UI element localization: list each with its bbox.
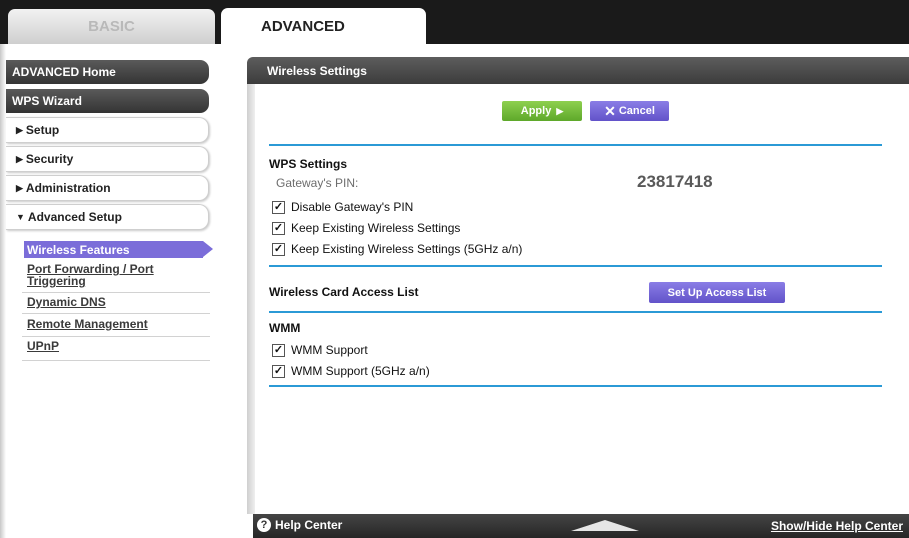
triangle-down-icon: ▼ xyxy=(16,212,25,222)
set-up-access-list-label: Set Up Access List xyxy=(667,286,767,299)
wmm-support-5ghz-checkbox[interactable]: ✓ WMM Support (5GHz a/n) xyxy=(272,364,430,378)
subnav-port-forwarding-line2: Triggering xyxy=(27,274,86,288)
play-arrow-icon: ▶ xyxy=(556,105,564,116)
wmm-support-label: WMM Support xyxy=(291,343,368,357)
subnav-divider xyxy=(22,360,210,361)
checkbox-checked-icon: ✓ xyxy=(272,221,285,235)
nav-wps-wizard-label: WPS Wizard xyxy=(12,94,82,108)
help-center-label: Help Center xyxy=(275,518,343,532)
subnav-remote-management[interactable]: Remote Management xyxy=(27,318,210,330)
keep-existing-settings-checkbox[interactable]: ✓ Keep Existing Wireless Settings xyxy=(272,221,460,235)
wireless-card-access-list-title: Wireless Card Access List xyxy=(269,285,419,299)
keep-existing-settings-label: Keep Existing Wireless Settings xyxy=(291,221,461,235)
triangle-right-icon: ▶ xyxy=(16,153,23,164)
gateway-pin-value: 23817418 xyxy=(637,172,713,191)
checkbox-checked-icon: ✓ xyxy=(272,364,285,378)
subnav-wireless-features[interactable]: Wireless Features xyxy=(24,241,203,258)
nav-administration-label: Administration xyxy=(25,181,111,195)
help-question-icon: ? xyxy=(257,518,271,532)
help-center-link[interactable]: ? Help Center xyxy=(257,518,342,532)
wmm-title: WMM xyxy=(269,321,301,335)
wmm-support-checkbox[interactable]: ✓ WMM Support xyxy=(272,343,368,357)
nav-wps-wizard[interactable]: WPS Wizard xyxy=(6,89,209,113)
gateway-pin-label: Gateway's PIN: xyxy=(276,176,359,190)
keep-existing-settings-5ghz-checkbox[interactable]: ✓ Keep Existing Wireless Settings (5GHz … xyxy=(272,242,522,256)
page-title: Wireless Settings xyxy=(267,63,367,78)
section-divider xyxy=(269,144,882,146)
nav-security[interactable]: ▶ Security xyxy=(6,146,209,172)
cancel-button-label: Cancel xyxy=(618,105,655,117)
checkbox-checked-icon: ✓ xyxy=(272,343,285,357)
checkbox-checked-icon: ✓ xyxy=(272,200,285,214)
nav-setup[interactable]: ▶ Setup xyxy=(6,117,209,143)
apply-button[interactable]: Apply ▶ xyxy=(502,101,582,121)
triangle-right-icon: ▶ xyxy=(16,124,23,135)
cancel-button[interactable]: ✕ Cancel xyxy=(590,101,669,121)
subnav-dynamic-dns[interactable]: Dynamic DNS xyxy=(27,296,210,308)
active-pointer-arrow xyxy=(203,241,213,257)
nav-advanced-home[interactable]: ADVANCED Home xyxy=(6,60,209,84)
help-bar: ? Help Center Show/Hide Help Center xyxy=(253,514,909,538)
wps-settings-title: WPS Settings xyxy=(269,157,348,171)
panel-left-border xyxy=(247,84,255,514)
checkbox-checked-icon: ✓ xyxy=(272,242,285,256)
disable-gateway-pin-checkbox[interactable]: ✓ Disable Gateway's PIN xyxy=(272,200,413,214)
close-icon: ✕ xyxy=(604,102,616,119)
panel-header: Wireless Settings xyxy=(247,57,909,84)
expand-up-arrow-icon[interactable] xyxy=(571,520,639,531)
subnav-divider xyxy=(22,313,210,314)
subnav-upnp[interactable]: UPnP xyxy=(27,340,210,352)
show-hide-help-center-link[interactable]: Show/Hide Help Center xyxy=(771,519,903,533)
nav-advanced-home-label: ADVANCED Home xyxy=(12,65,116,79)
section-divider xyxy=(269,385,882,387)
triangle-right-icon: ▶ xyxy=(16,182,23,193)
subnav-port-forwarding[interactable]: Port Forwarding / Port Triggering xyxy=(27,263,210,287)
section-divider xyxy=(269,311,882,313)
tab-advanced[interactable]: ADVANCED xyxy=(221,8,426,44)
apply-button-label: Apply xyxy=(520,105,552,117)
nav-setup-label: Setup xyxy=(25,123,60,137)
set-up-access-list-button[interactable]: Set Up Access List xyxy=(649,282,785,303)
keep-existing-settings-5ghz-label: Keep Existing Wireless Settings (5GHz a/… xyxy=(291,242,523,256)
disable-gateway-pin-label: Disable Gateway's PIN xyxy=(291,200,414,214)
nav-advanced-setup[interactable]: ▼ Advanced Setup xyxy=(6,204,209,230)
subnav-divider xyxy=(22,292,210,293)
section-divider xyxy=(269,265,882,267)
nav-advanced-setup-label: Advanced Setup xyxy=(27,210,122,224)
tab-basic[interactable]: BASIC xyxy=(8,9,215,44)
subnav-wireless-features-label: Wireless Features xyxy=(27,242,130,257)
nav-security-label: Security xyxy=(25,152,74,166)
wmm-support-5ghz-label: WMM Support (5GHz a/n) xyxy=(291,364,430,378)
nav-administration[interactable]: ▶ Administration xyxy=(6,175,209,201)
subnav-divider xyxy=(22,336,210,337)
